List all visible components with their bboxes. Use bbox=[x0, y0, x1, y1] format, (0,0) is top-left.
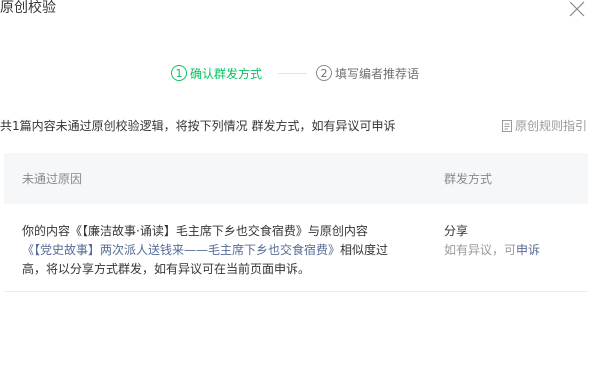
table-header: 未通过原因 群发方式 bbox=[4, 153, 588, 204]
step-label: 填写编者推荐语 bbox=[335, 66, 420, 81]
original-rules-guide-link[interactable]: 原创规则指引 bbox=[502, 118, 587, 134]
original-check-dialog: 原创校验 1 确认群发方式 2 填写编者推荐语 共1篇内容未通过原创校验逻辑，将… bbox=[0, 0, 600, 365]
appeal-link[interactable]: 申诉 bbox=[516, 243, 540, 257]
step-divider bbox=[278, 73, 307, 74]
step-indicator: 1 确认群发方式 2 填写编者推荐语 bbox=[0, 62, 600, 84]
step-editor-recommendation: 2 填写编者推荐语 bbox=[316, 62, 419, 84]
step-number: 1 bbox=[171, 65, 187, 81]
original-article-link[interactable]: 《【党史故事】两次派人送钱来——毛主席下乡也交食宿费》 bbox=[22, 243, 340, 257]
appeal-note: 如有异议，可申诉 bbox=[444, 241, 540, 260]
close-icon[interactable] bbox=[568, 0, 586, 18]
column-header-reason: 未通过原因 bbox=[22, 172, 83, 186]
appeal-note-text: 如有异议，可 bbox=[444, 243, 517, 257]
step-confirm-send-method: 1 确认群发方式 bbox=[171, 62, 262, 84]
guide-label: 原创规则指引 bbox=[515, 119, 588, 133]
column-header-send-method: 群发方式 bbox=[444, 172, 493, 186]
step-label: 确认群发方式 bbox=[190, 66, 263, 81]
send-method-value: 分享 bbox=[444, 224, 469, 238]
step-number: 2 bbox=[316, 65, 332, 81]
failure-reason: 你的内容《【廉洁故事·诵读】毛主席下乡也交食宿费》与原创内容《【党史故事】两次派… bbox=[22, 222, 392, 279]
document-icon bbox=[502, 120, 512, 132]
intro-text: 共1篇内容未通过原创校验逻辑，将按下列情况 群发方式，如有异议可申诉 bbox=[0, 119, 396, 133]
dialog-title: 原创校验 bbox=[0, 0, 56, 16]
send-method: 分享 如有异议，可申诉 bbox=[444, 222, 540, 260]
reason-text: 你的内容《【廉洁故事·诵读】毛主席下乡也交食宿费》与原创内容 bbox=[22, 224, 368, 238]
table-row: 你的内容《【廉洁故事·诵读】毛主席下乡也交食宿费》与原创内容《【党史故事】两次派… bbox=[4, 204, 588, 292]
